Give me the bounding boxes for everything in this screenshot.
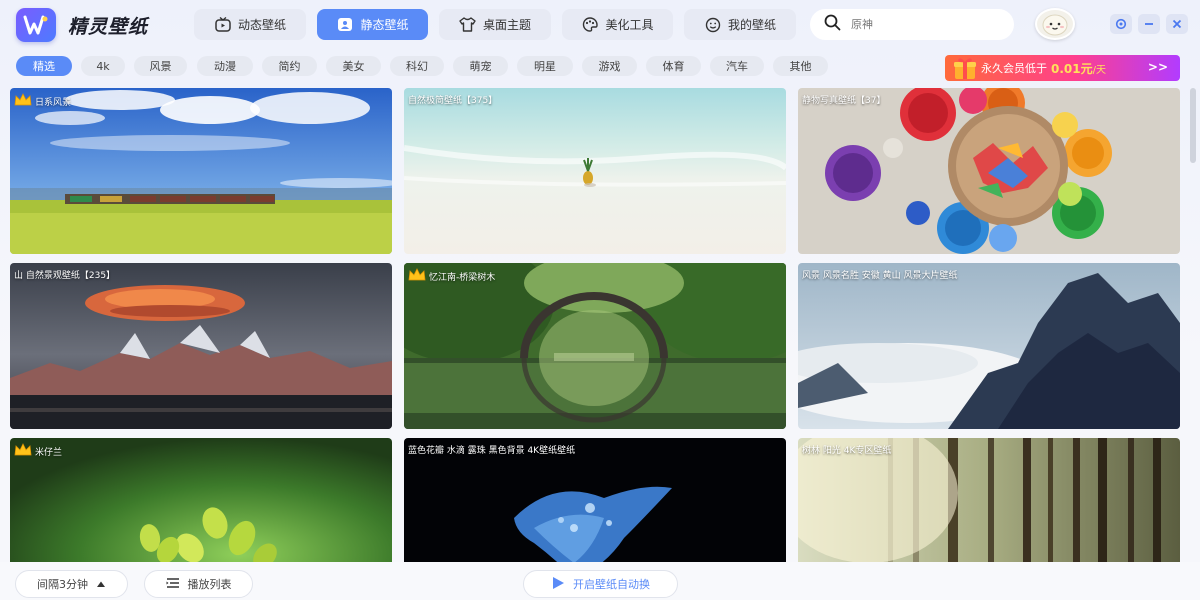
wallpaper-label: 山 自然景观壁纸【235】 (14, 271, 116, 281)
crown-icon (14, 93, 32, 109)
category-pets[interactable]: 萌宠 (453, 56, 508, 76)
search-icon (824, 14, 841, 35)
tab-beautify-tools[interactable]: 美化工具 (562, 9, 673, 40)
wallpaper-card[interactable]: 树林 阳光 4K专区壁纸 (798, 438, 1180, 562)
category-other[interactable]: 其他 (773, 56, 828, 76)
palette-icon (581, 16, 599, 34)
wallpaper-label: 忆江南-桥梁树木 (429, 272, 496, 283)
wallpaper-label: 米仔兰 (35, 447, 63, 458)
vip-text: 永久会员低于 (981, 62, 1047, 75)
caret-up-icon (96, 578, 106, 591)
tab-label: 我的壁纸 (727, 18, 776, 32)
shirt-icon (459, 16, 477, 34)
vip-price-unit: /天 (1092, 64, 1106, 76)
category-cars[interactable]: 汽车 (710, 56, 764, 76)
category-featured[interactable]: 精选 (16, 56, 72, 76)
app-logo (16, 8, 56, 42)
tv-icon (214, 16, 232, 34)
bottom-bar: 间隔3分钟 播放列表 开启壁纸自动换 (0, 562, 1200, 600)
wallpaper-label: 树林 阳光 4K专区壁纸 (802, 446, 892, 456)
wallpaper-thumbnail (10, 88, 392, 254)
playlist-label: 播放列表 (187, 578, 232, 591)
vip-banner[interactable]: 永久会员低于 0.01元 /天 >> (945, 55, 1180, 81)
auto-switch-button[interactable]: 开启壁纸自动换 (523, 570, 678, 598)
gear-icon (1115, 18, 1127, 30)
vip-price: 0.01元 (1051, 61, 1093, 76)
tab-label: 动态壁纸 (237, 18, 286, 32)
playlist-button[interactable]: 播放列表 (144, 570, 253, 598)
minimize-icon (1145, 23, 1153, 25)
category-celebrity[interactable]: 明星 (517, 56, 573, 76)
search-input[interactable] (851, 18, 991, 31)
wallpaper-thumbnail (404, 263, 786, 429)
tab-label: 静态壁纸 (360, 18, 409, 32)
wallpaper-grid: 日系风景 自然极简壁纸【375】 静物写真壁纸【37】 山 自然景观壁纸【235… (10, 88, 1180, 562)
minimize-button[interactable] (1138, 14, 1160, 34)
category-minimal[interactable]: 简约 (262, 56, 317, 76)
settings-button[interactable] (1110, 14, 1132, 34)
tab-dynamic-wallpaper[interactable]: 动态壁纸 (194, 9, 306, 40)
scrollbar[interactable] (1190, 88, 1196, 163)
user-avatar[interactable] (1035, 8, 1075, 40)
wallpaper-thumbnail (798, 88, 1180, 254)
wallpaper-thumbnail (404, 88, 786, 254)
title-bar: 精灵壁纸 动态壁纸 静态壁纸 桌面主题 美化工具 我的壁纸 原神 (0, 0, 1200, 50)
category-beauty[interactable]: 美女 (326, 56, 381, 76)
close-icon (1172, 19, 1182, 29)
wallpaper-label: 自然极简壁纸【375】 (408, 96, 498, 106)
wallpaper-label: 日系风景 (35, 97, 72, 108)
category-scifi[interactable]: 科幻 (390, 56, 444, 76)
wallpaper-card[interactable]: 山 自然景观壁纸【235】 (10, 263, 392, 429)
image-icon (336, 16, 354, 34)
wallpaper-thumbnail (10, 263, 392, 429)
wallpaper-card[interactable]: 蓝色花瓣 水滴 露珠 黑色背景 4K壁纸壁纸 (404, 438, 786, 562)
wallpaper-label: 蓝色花瓣 水滴 露珠 黑色背景 4K壁纸壁纸 (408, 446, 576, 456)
category-games[interactable]: 游戏 (582, 56, 637, 76)
search-box[interactable] (810, 9, 1014, 40)
avatar-face-icon (1042, 14, 1068, 36)
wallpaper-card[interactable]: 忆江南-桥梁树木 (404, 263, 786, 429)
tab-label: 美化工具 (605, 18, 654, 32)
wallpaper-thumbnail (404, 438, 786, 562)
wallpaper-card[interactable]: 日系风景 (10, 88, 392, 254)
gift-box-icon (951, 55, 981, 81)
auto-switch-label: 开启壁纸自动换 (573, 578, 650, 591)
wallpaper-label: 静物写真壁纸【37】 (802, 96, 886, 106)
close-button[interactable] (1166, 14, 1188, 34)
app-window: 精灵壁纸 动态壁纸 静态壁纸 桌面主题 美化工具 我的壁纸 原神 精选 4k 风… (0, 0, 1200, 600)
tab-label: 桌面主题 (482, 18, 531, 32)
category-anime[interactable]: 动漫 (197, 56, 253, 76)
wallpaper-card[interactable]: 静物写真壁纸【37】 (798, 88, 1180, 254)
wallpaper-thumbnail (798, 263, 1180, 429)
vip-arrow: >> (1147, 60, 1168, 74)
play-icon (551, 576, 565, 593)
app-title: 精灵壁纸 (68, 16, 149, 38)
wallpaper-card[interactable]: 风景 风景名胜 安徽 黄山 风景大片壁纸 (798, 263, 1180, 429)
category-4k[interactable]: 4k (81, 56, 125, 76)
wallpaper-thumbnail (798, 438, 1180, 562)
crown-icon (14, 443, 32, 459)
interval-button[interactable]: 间隔3分钟 (15, 570, 128, 598)
tab-static-wallpaper[interactable]: 静态壁纸 (317, 9, 428, 40)
wallpaper-card[interactable]: 自然极简壁纸【375】 (404, 88, 786, 254)
interval-label: 间隔3分钟 (37, 578, 88, 591)
crown-icon (408, 268, 426, 284)
tab-my-wallpaper[interactable]: 我的壁纸 (684, 9, 796, 40)
category-sports[interactable]: 体育 (646, 56, 701, 76)
list-icon (166, 577, 180, 592)
category-scenery[interactable]: 风景 (134, 56, 187, 76)
tab-desktop-theme[interactable]: 桌面主题 (439, 9, 551, 40)
wallpaper-label: 风景 风景名胜 安徽 黄山 风景大片壁纸 (802, 271, 958, 281)
smile-icon (704, 16, 722, 34)
wallpaper-card[interactable]: 米仔兰 (10, 438, 392, 562)
logo-w-icon (23, 15, 48, 35)
wallpaper-thumbnail (10, 438, 392, 562)
